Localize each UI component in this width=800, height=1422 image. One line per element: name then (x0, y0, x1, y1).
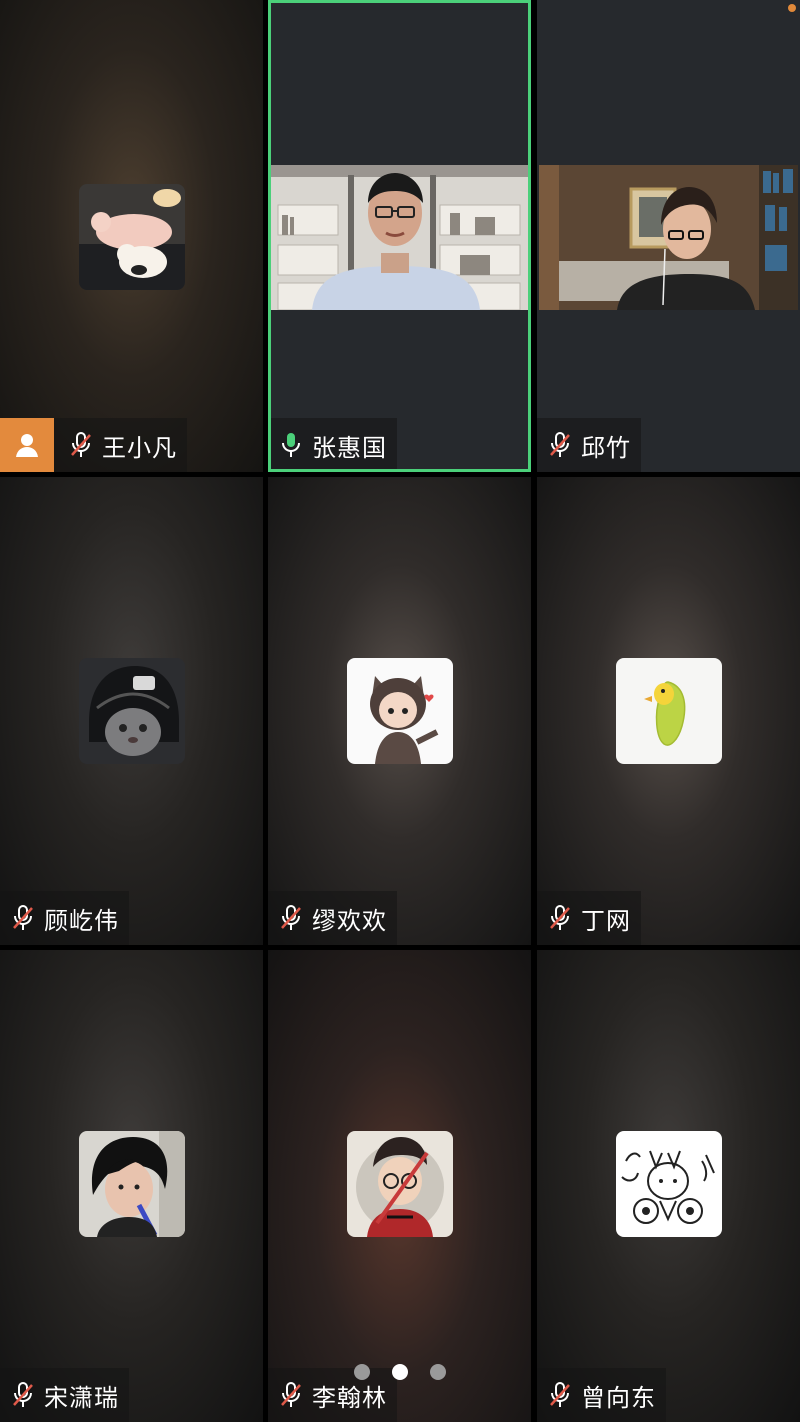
video-grid: 王小凡 张惠国 邱竹 顾屹伟 缪欢欢 丁网 宋潇瑞 李翰林 曾向东 (0, 0, 800, 1422)
participant-avatar (616, 1131, 722, 1237)
mic-muted-icon (545, 903, 575, 933)
participant-namebar: 张惠国 (268, 418, 397, 472)
participant-avatar (79, 658, 185, 764)
user-icon[interactable] (0, 418, 54, 472)
participant-video (539, 165, 798, 310)
status-indicator-dot (788, 4, 796, 12)
mic-muted-icon (545, 430, 575, 460)
participant-tile[interactable]: 李翰林 (268, 950, 531, 1422)
participant-namebar: 邱竹 (537, 418, 641, 472)
participant-tile[interactable]: 丁网 (537, 477, 800, 945)
mic-muted-icon (276, 1380, 306, 1410)
participant-name: 顾屹伟 (44, 906, 119, 935)
page-indicator[interactable] (0, 1364, 800, 1384)
participant-tile[interactable]: 王小凡 (0, 0, 263, 472)
participant-avatar (347, 658, 453, 764)
mic-icon (276, 430, 306, 460)
participant-namebar: 王小凡 (0, 418, 187, 472)
participant-avatar (79, 1131, 185, 1237)
participant-avatar (79, 184, 185, 290)
participant-avatar (616, 658, 722, 764)
participant-tile[interactable]: 顾屹伟 (0, 477, 263, 945)
participant-namebar: 缪欢欢 (268, 891, 397, 945)
participant-tile-active-speaker[interactable]: 张惠国 (268, 0, 531, 472)
mic-muted-icon (8, 1380, 38, 1410)
participant-name: 王小凡 (102, 433, 177, 462)
participant-name: 丁网 (581, 906, 631, 935)
participant-name: 张惠国 (312, 433, 387, 462)
participant-name: 邱竹 (581, 433, 631, 462)
participant-tile[interactable]: 邱竹 (537, 0, 800, 472)
participant-tile[interactable]: 缪欢欢 (268, 477, 531, 945)
page-dot-1[interactable] (354, 1364, 370, 1380)
participant-tile[interactable]: 曾向东 (537, 950, 800, 1422)
participant-namebar: 丁网 (537, 891, 641, 945)
mic-muted-icon (545, 1380, 575, 1410)
participant-name: 缪欢欢 (312, 906, 387, 935)
page-dot-3[interactable] (430, 1364, 446, 1380)
participant-avatar (347, 1131, 453, 1237)
mic-muted-icon (276, 903, 306, 933)
page-dot-2-current[interactable] (392, 1364, 408, 1380)
participant-tile[interactable]: 宋潇瑞 (0, 950, 263, 1422)
participant-video (270, 165, 529, 310)
participant-namebar: 顾屹伟 (0, 891, 129, 945)
mic-muted-icon (8, 903, 38, 933)
mic-muted-icon (66, 430, 96, 460)
